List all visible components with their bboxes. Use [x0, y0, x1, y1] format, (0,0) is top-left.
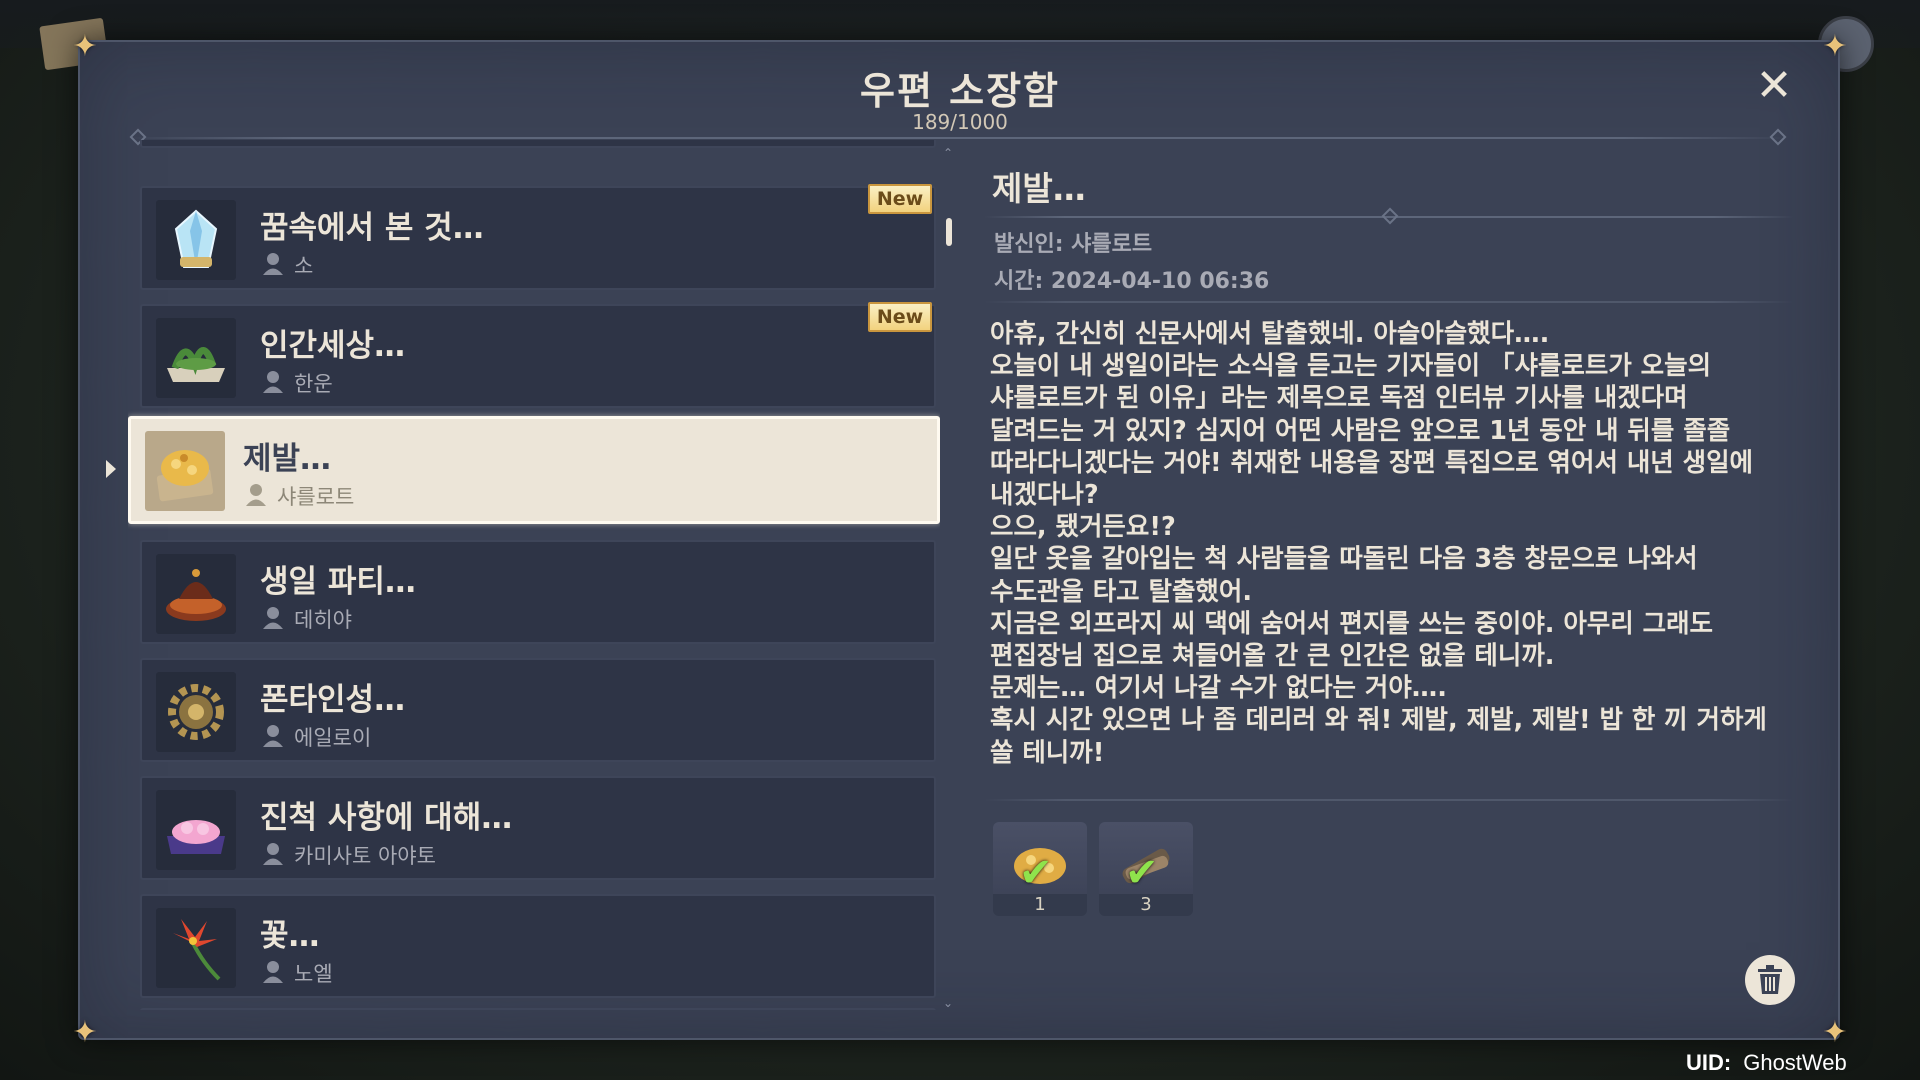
- corner-star-icon: ✦: [72, 1015, 98, 1050]
- claimed-check-icon: ✔: [1019, 850, 1053, 896]
- uid-value: GhostWeb: [1743, 1050, 1847, 1075]
- mail-body-line: 아휴, 간신히 신문사에서 탈출했네. 아슬아슬했다….: [990, 319, 1550, 349]
- mail-list: 꿈속에서 본 것… 소 New 인간세상… 한운 New 제발… 샤를로트 생일…: [128, 140, 940, 1010]
- mail-count: 189/1000: [912, 110, 1008, 134]
- reward-item[interactable]: ✔ 1: [993, 822, 1087, 916]
- mail-title: 제발…: [243, 441, 332, 477]
- corner-star-icon: ✦: [72, 29, 98, 64]
- selection-arrow-icon: [106, 460, 116, 478]
- scroll-down-icon: ⌄: [943, 996, 954, 1010]
- delete-button[interactable]: [1745, 955, 1795, 1005]
- person-icon: [263, 607, 283, 629]
- mail-sender: 소: [294, 254, 314, 278]
- mail-title: 생일 파티…: [260, 564, 416, 600]
- lily-flower-icon: [156, 908, 236, 988]
- person-icon: [246, 484, 266, 506]
- mail-title: 인간세상…: [260, 328, 406, 364]
- mail-body-line: 지금은 외프라지 씨 댁에 숨어서 편지를 쓰는 중이야. 아무리 그래도: [990, 608, 1714, 639]
- mail-body-line: 으으, 됐거든요!?: [990, 512, 1176, 543]
- mail-sender: 데히야: [294, 608, 352, 632]
- tagine-dish-icon: [156, 554, 236, 634]
- person-icon: [263, 725, 283, 747]
- mail-title: 꽃…: [260, 918, 320, 954]
- new-badge: New: [868, 184, 932, 214]
- header-divider: [128, 137, 1788, 139]
- corner-star-icon: ✦: [1822, 1015, 1848, 1050]
- mail-sender: 샤를로트: [277, 485, 355, 509]
- mail-body-line: 수도관을 타고 탈출했어.: [990, 576, 1253, 607]
- mail-list-scrollbar[interactable]: ⌃ ⌄: [943, 146, 953, 1010]
- page-title: 우편 소장함: [859, 69, 1061, 113]
- list-item[interactable]: 생일 파티… 데히야: [140, 540, 936, 644]
- person-icon: [263, 253, 283, 275]
- list-item[interactable]: 진척 사항에 대해… 카미사토 아야토: [140, 776, 936, 880]
- mail-sender: 에일로이: [294, 726, 372, 750]
- herb-dish-icon: [156, 318, 236, 398]
- mail-title: 진척 사항에 대해…: [260, 800, 513, 836]
- list-item[interactable]: 꽃… 노엘: [140, 894, 936, 998]
- list-item-partial[interactable]: [140, 1008, 936, 1010]
- mail-body-line: 내겠다나?: [990, 480, 1099, 511]
- gear-icon: [156, 672, 236, 752]
- list-item-selected[interactable]: 제발… 샤를로트: [128, 416, 940, 524]
- list-item[interactable]: 폰타인성… 에일로이: [140, 658, 936, 762]
- mail-time-line: 시간: 2024-04-10 06:36: [994, 269, 1270, 294]
- mail-sender: 카미사토 아야토: [294, 844, 436, 868]
- mail-sender: 노엘: [294, 962, 333, 986]
- mail-title: 폰타인성…: [260, 682, 406, 718]
- mail-sender: 한운: [294, 372, 333, 396]
- person-icon: [263, 961, 283, 983]
- mail-body-line: 쏠 테니까!: [990, 737, 1105, 768]
- detail-divider: [984, 799, 1794, 801]
- new-badge: New: [868, 302, 932, 332]
- mail-detail-title: 제발…: [992, 169, 1086, 208]
- list-item[interactable]: 인간세상… 한운 New: [140, 302, 936, 408]
- trash-icon: [1758, 965, 1782, 994]
- blossom-box-icon: [156, 790, 236, 870]
- mail-body-line: 혹시 시간 있으면 나 좀 데리러 와 줘! 제발, 제발, 제발! 밥 한 끼…: [990, 705, 1767, 736]
- mail-title: 꿈속에서 본 것…: [260, 210, 484, 246]
- person-icon: [263, 843, 283, 865]
- crystal-icon: [156, 200, 236, 280]
- reward-quantity: 1: [1034, 894, 1046, 915]
- uid-label: UID: GhostWeb: [1686, 1050, 1847, 1076]
- mail-body-line: 샤를로트가 된 이유」라는 제목으로 독점 인터뷰 기사를 내겠다며: [990, 383, 1688, 414]
- mail-body-line: 따라다니겠다는 거야! 취재한 내용을 장편 특집으로 엮어서 내년 생일에: [990, 447, 1753, 478]
- list-item-partial[interactable]: [140, 140, 936, 148]
- person-icon: [263, 371, 283, 393]
- mail-body-line: 문제는… 여기서 나갈 수가 없다는 거야….: [990, 673, 1447, 704]
- reward-item[interactable]: ✔ 3: [1099, 822, 1193, 916]
- mail-body-line: 편집장님 집으로 쳐들어올 간 큰 인간은 없을 테니까.: [990, 641, 1555, 672]
- mail-body: 아휴, 간신히 신문사에서 탈출했네. 아슬아슬했다…. 오늘이 내 생일이라는…: [990, 318, 1790, 769]
- scroll-thumb[interactable]: [946, 218, 952, 246]
- cheese-dish-icon: [145, 431, 225, 511]
- mail-body-line: 달려드는 거 있지? 심지어 어떤 사람은 앞으로 1년 동안 내 뒤를 졸졸: [990, 415, 1731, 446]
- list-item[interactable]: 꿈속에서 본 것… 소 New: [140, 184, 936, 290]
- mail-sender-line: 발신인: 샤를로트: [994, 232, 1153, 257]
- mail-body-line: 일단 옷을 갈아입는 척 사람들을 따돌린 다음 3층 창문으로 나와서: [990, 544, 1698, 575]
- scroll-up-icon: ⌃: [943, 146, 954, 160]
- close-button[interactable]: ✕: [1752, 64, 1796, 108]
- mail-body-line: 오늘이 내 생일이라는 소식을 듣고는 기자들이 「샤를로트가 오늘의: [990, 351, 1712, 382]
- reward-quantity: 3: [1140, 894, 1152, 915]
- detail-divider: [984, 301, 1794, 303]
- claimed-check-icon: ✔: [1125, 850, 1159, 896]
- uid-prefix: UID:: [1686, 1050, 1732, 1075]
- corner-star-icon: ✦: [1822, 29, 1848, 64]
